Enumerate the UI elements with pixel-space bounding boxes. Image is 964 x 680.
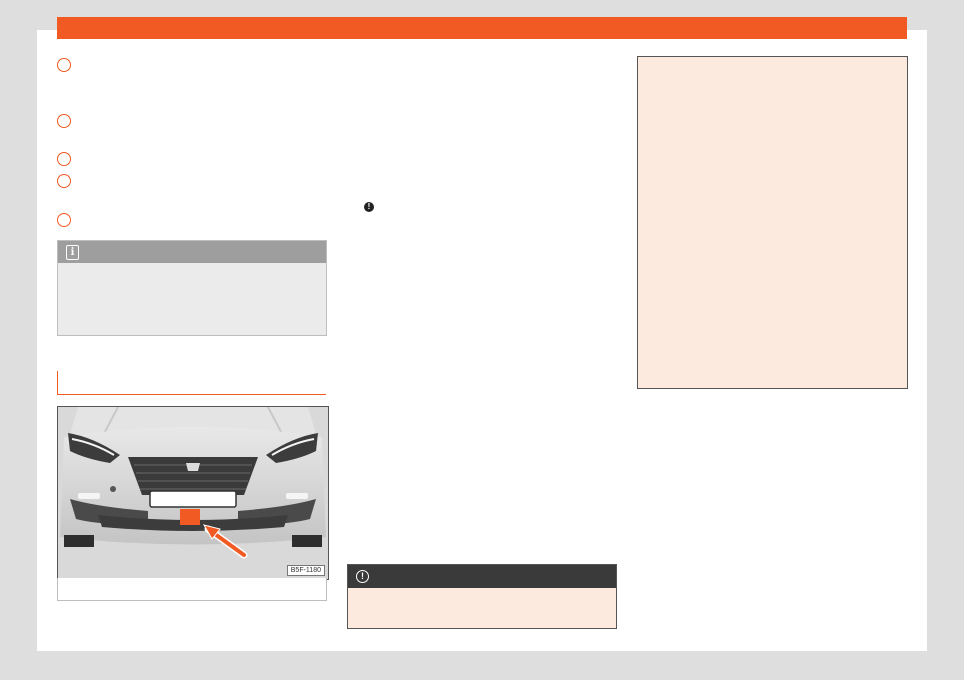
- towing-eye-cover-highlight: [180, 509, 200, 525]
- car-front-illustration: [58, 407, 328, 579]
- caution-box: !: [347, 564, 617, 629]
- license-plate: [149, 490, 237, 508]
- step-marker-5: [57, 213, 71, 227]
- note-header: i: [58, 241, 326, 263]
- note-box: i: [57, 240, 327, 336]
- step-marker-4: [57, 174, 71, 188]
- car-front-figure: B5F-1180: [57, 406, 329, 580]
- figure-code-label: B5F-1180: [286, 565, 325, 576]
- step-marker-2: [57, 114, 71, 128]
- caution-header: !: [348, 565, 616, 588]
- warning-panel: [637, 56, 908, 389]
- step-marker-1: [57, 58, 71, 72]
- step-marker-3: [57, 152, 71, 166]
- seat-emblem-icon: [186, 463, 200, 471]
- info-icon: i: [66, 245, 79, 260]
- chapter-header-bar: [57, 17, 907, 39]
- exclamation-circle-icon: !: [356, 570, 369, 583]
- exclamation-icon: !: [364, 202, 374, 212]
- section-heading-rule: [57, 371, 326, 395]
- figure-caption-box: [57, 578, 327, 601]
